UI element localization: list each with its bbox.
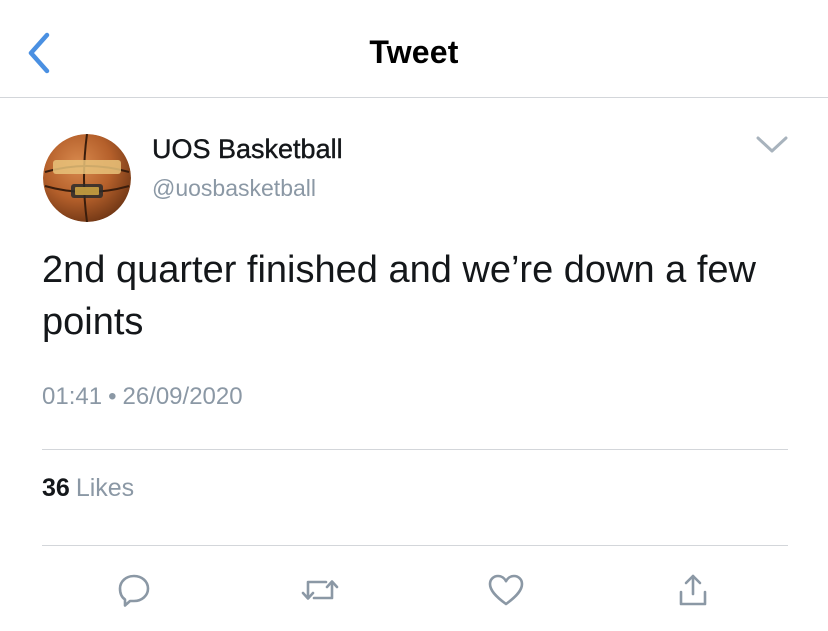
tweet-date: 26/09/2020	[122, 383, 243, 410]
page-title: Tweet	[369, 34, 459, 70]
tweet-text: 2nd quarter finished and we’re down a fe…	[42, 249, 757, 343]
divider	[42, 545, 788, 546]
meta-separator: •	[108, 383, 117, 410]
likes-label: Likes	[75, 474, 135, 502]
tweet-timestamp: 01:41 • 26/09/2020	[42, 383, 243, 411]
tweet-time: 01:41	[42, 383, 103, 410]
basketball-avatar	[43, 134, 131, 222]
heart-icon	[488, 574, 524, 606]
retweet-icon	[301, 580, 339, 600]
share-icon	[679, 574, 707, 606]
reply-button[interactable]	[112, 568, 156, 612]
retweet-button[interactable]	[298, 568, 342, 612]
divider	[42, 449, 788, 450]
share-button[interactable]	[671, 568, 715, 612]
chevron-down-icon	[756, 136, 788, 153]
avatar[interactable]	[43, 134, 131, 222]
navigation-bar: Tweet	[0, 0, 828, 98]
like-button[interactable]	[484, 568, 528, 612]
likes-summary[interactable]: 36 Likes	[42, 474, 134, 503]
more-options-button[interactable]	[752, 130, 792, 160]
user-handle[interactable]: @uosbasketball	[152, 175, 316, 202]
reply-icon	[118, 574, 150, 607]
display-name[interactable]: UOS Basketball	[152, 134, 343, 165]
likes-count: 36	[42, 474, 70, 502]
